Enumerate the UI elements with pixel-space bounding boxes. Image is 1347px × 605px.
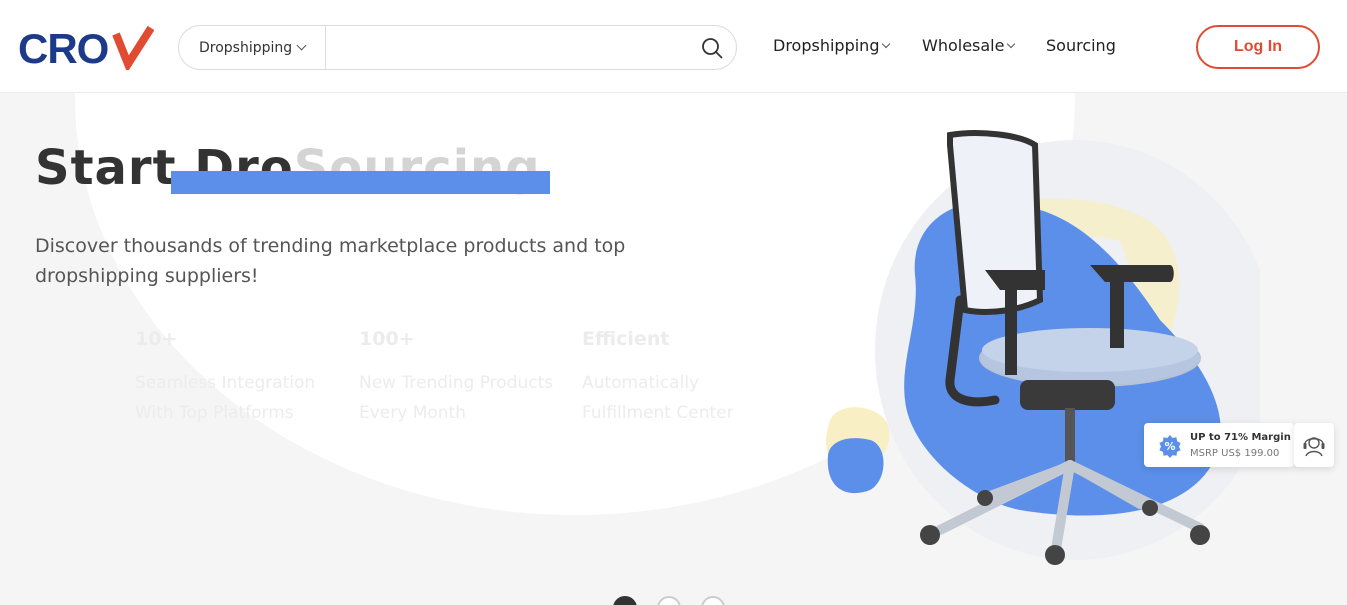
carousel-dot-3[interactable] [701,596,725,605]
stat-fulfillment: Efficient Automatically Fulfillment Cent… [582,328,772,428]
carousel-dot-2[interactable] [657,596,681,605]
crov-logo-graphic: CRO [18,26,154,70]
nav-sourcing[interactable]: Sourcing [1046,36,1116,55]
search-category-label: Dropshipping [199,39,293,56]
stat-description: Automatically Fulfillment Center [582,373,734,423]
nav-wholesale-label: Wholesale [922,36,1005,55]
stat-platforms: 10+ Seamless Integration With Top Platfo… [135,328,335,428]
stat-number: Efficient [582,328,670,350]
svg-text:CRO: CRO [18,26,108,70]
office-chair-image [820,120,1275,590]
office-chair-illustration [826,130,1275,565]
stat-number: 10+ [135,328,178,350]
search-category-select[interactable]: Dropshipping [179,26,326,69]
margin-info-card: % UP to 71% Margin MSRP US$ 199.00 [1144,423,1294,467]
svg-text:%: % [1164,440,1175,453]
msrp-text: MSRP US$ 199.00 [1190,448,1280,459]
support-button[interactable] [1294,423,1334,467]
carousel-dot-1[interactable] [613,596,637,605]
crov-logo[interactable]: CRO [18,26,154,70]
site-header: CRO Dropshipping Dropshipping Wholesale … [0,0,1347,93]
login-button[interactable]: Log In [1196,25,1320,69]
chevron-down-icon [882,39,891,48]
nav-sourcing-label: Sourcing [1046,36,1116,55]
typing-highlight-bar [171,171,550,194]
percent-badge-icon: % [1159,435,1181,458]
search-input[interactable] [329,30,689,65]
chevron-down-icon [1007,39,1016,48]
chevron-down-icon [296,40,307,51]
nav-wholesale[interactable]: Wholesale [922,36,1016,55]
nav-dropshipping[interactable]: Dropshipping [773,36,891,55]
stat-description: Seamless Integration With Top Platforms [135,373,316,423]
hero-subtitle: Discover thousands of trending marketpla… [35,235,626,287]
stat-number: 100+ [359,328,415,350]
margin-text: UP to 71% Margin [1190,432,1291,443]
nav-dropshipping-label: Dropshipping [773,36,880,55]
carousel-dots [613,596,725,605]
search-icon[interactable] [701,37,723,59]
headset-icon [1303,437,1325,457]
stat-products: 100+ New Trending Products Every Month [359,328,559,428]
search-bar: Dropshipping [178,25,737,70]
stat-description: New Trending Products Every Month [359,373,554,423]
